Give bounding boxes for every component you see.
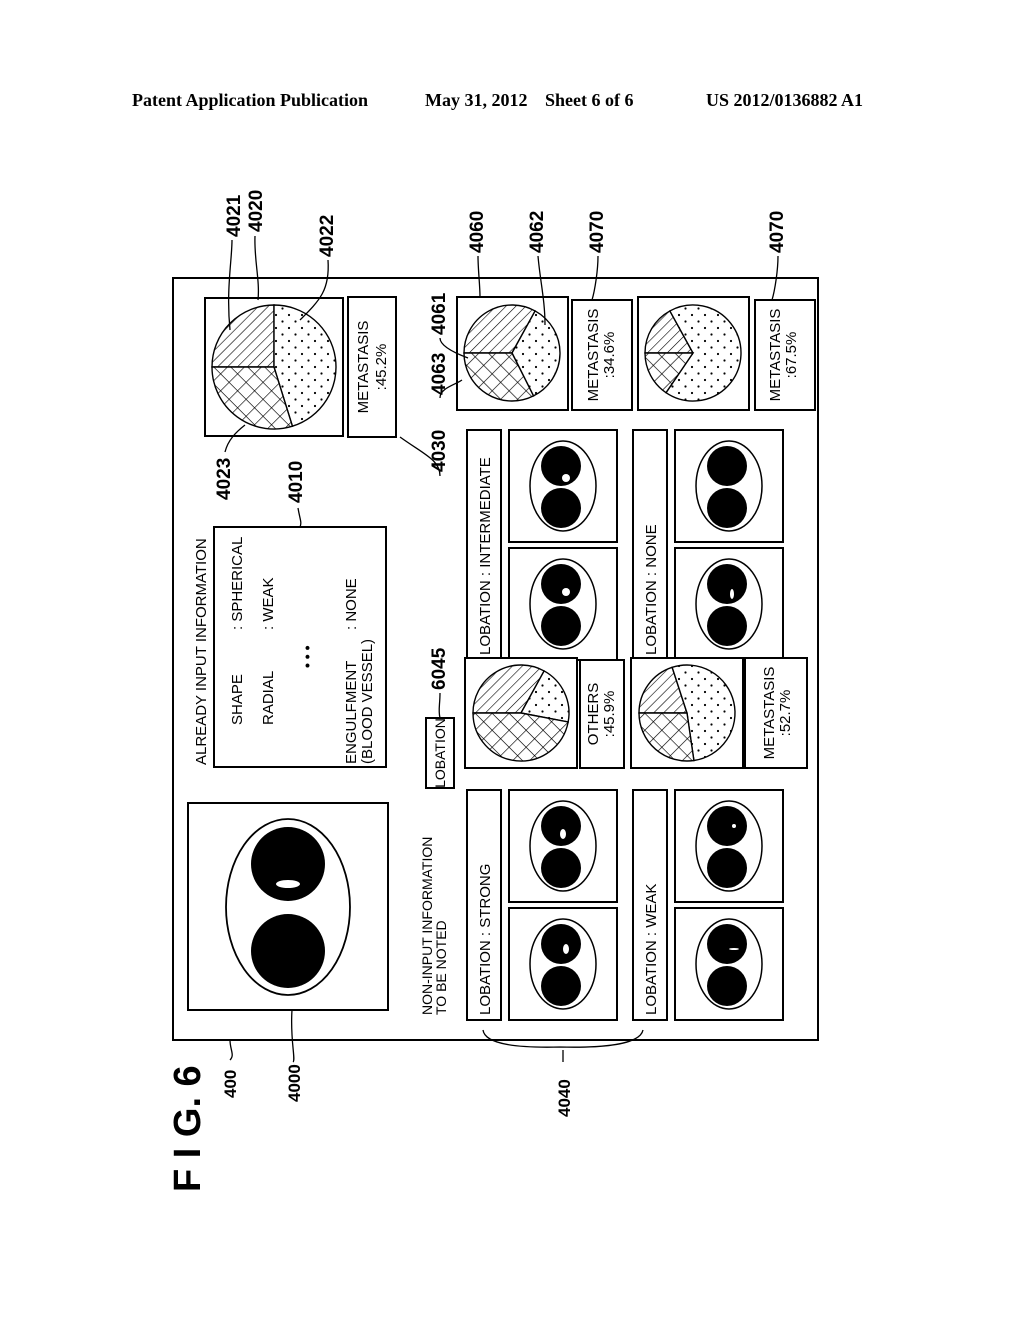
lobation-intermediate-pie (463, 304, 561, 402)
svg-text:LOBATION : INTERMEDIATE: LOBATION : INTERMEDIATE (477, 457, 494, 655)
group-label: LOBATION : STRONG (466, 789, 502, 1021)
input-info-title: ALREADY INPUT INFORMATION (193, 538, 210, 765)
group-label: LOBATION : WEAK (632, 789, 668, 1021)
case-thumbnail[interactable] (508, 429, 618, 543)
input-value-radial: : WEAK (260, 577, 277, 630)
result-label-none: METASTASIS (767, 309, 784, 402)
lobation-item-button[interactable]: LOBATION (425, 717, 455, 789)
lobation-weak-pie (638, 664, 736, 762)
result-value-strong: :45.9% (601, 691, 618, 738)
nodule-upper (251, 827, 325, 901)
input-key-shape: SHAPE (229, 674, 246, 725)
result-label-strong: OTHERS (585, 683, 602, 746)
case-thumbnail[interactable] (508, 789, 618, 903)
ref-4040: 4040 (555, 1079, 574, 1117)
ref-4020: 4020 (246, 190, 267, 232)
case-thumbnail[interactable] (674, 789, 784, 903)
ref-4030: 4030 (429, 430, 450, 472)
svg-text:LOBATION : NONE: LOBATION : NONE (643, 524, 660, 655)
ref-4070-b: 4070 (767, 211, 788, 253)
input-value-engulfment: : NONE (343, 578, 360, 630)
case-thumbnail[interactable] (674, 429, 784, 543)
result-label-intermediate: METASTASIS (585, 309, 602, 402)
svg-text:LOBATION: LOBATION (432, 718, 448, 788)
ref-400: 400 (221, 1070, 240, 1098)
case-thumbnail[interactable] (674, 547, 784, 661)
ref-4022: 4022 (317, 215, 338, 257)
ref-4010: 4010 (286, 461, 307, 503)
result-value-intermediate: :34.6% (601, 332, 618, 379)
result-label-weak: METASTASIS (761, 667, 778, 760)
ref-4021: 4021 (224, 194, 245, 237)
figure-label: F I G. 6 (167, 1065, 209, 1192)
main-result-label: METASTASIS (355, 321, 372, 414)
case-thumbnail[interactable] (508, 907, 618, 1021)
case-thumbnail[interactable] (674, 907, 784, 1021)
result-value-weak: :52.7% (777, 690, 794, 737)
ref-4070-a: 4070 (587, 211, 608, 253)
nodule-lower (251, 914, 325, 988)
ref-4061: 4061 (429, 292, 450, 335)
input-key-engulfment-sub: (BLOOD VESSEL) (359, 639, 376, 764)
non-input-heading-line2: TO BE NOTED (433, 920, 449, 1015)
case-thumbnail[interactable] (508, 547, 618, 661)
result-value-none: :67.5% (783, 332, 800, 379)
input-ellipsis: • • • (299, 645, 315, 668)
svg-text:LOBATION : STRONG: LOBATION : STRONG (477, 864, 494, 1015)
input-key-radial: RADIAL (260, 671, 277, 725)
lobation-none-pie (644, 304, 742, 402)
main-pie-chart (211, 304, 337, 430)
ref-4023: 4023 (214, 458, 235, 500)
group-label: LOBATION : NONE (632, 429, 668, 661)
ref-6045: 6045 (429, 647, 450, 690)
input-key-engulfment: ENGULFMENT (343, 661, 360, 764)
ref-4062: 4062 (527, 211, 548, 253)
main-result-value: :45.2% (373, 344, 390, 391)
ref-4060: 4060 (467, 211, 488, 253)
group-label: LOBATION : INTERMEDIATE (466, 429, 502, 661)
ref-4000: 4000 (285, 1064, 304, 1102)
lobation-strong-pie (472, 664, 570, 762)
svg-text:LOBATION : WEAK: LOBATION : WEAK (643, 884, 660, 1015)
main-image-panel[interactable] (187, 802, 389, 1011)
input-value-shape: : SPHERICAL (229, 537, 246, 630)
already-input-pie (211, 304, 337, 430)
figure-canvas: ALREADY INPUT INFORMATION SHAPE : SPHERI… (167, 190, 819, 1192)
